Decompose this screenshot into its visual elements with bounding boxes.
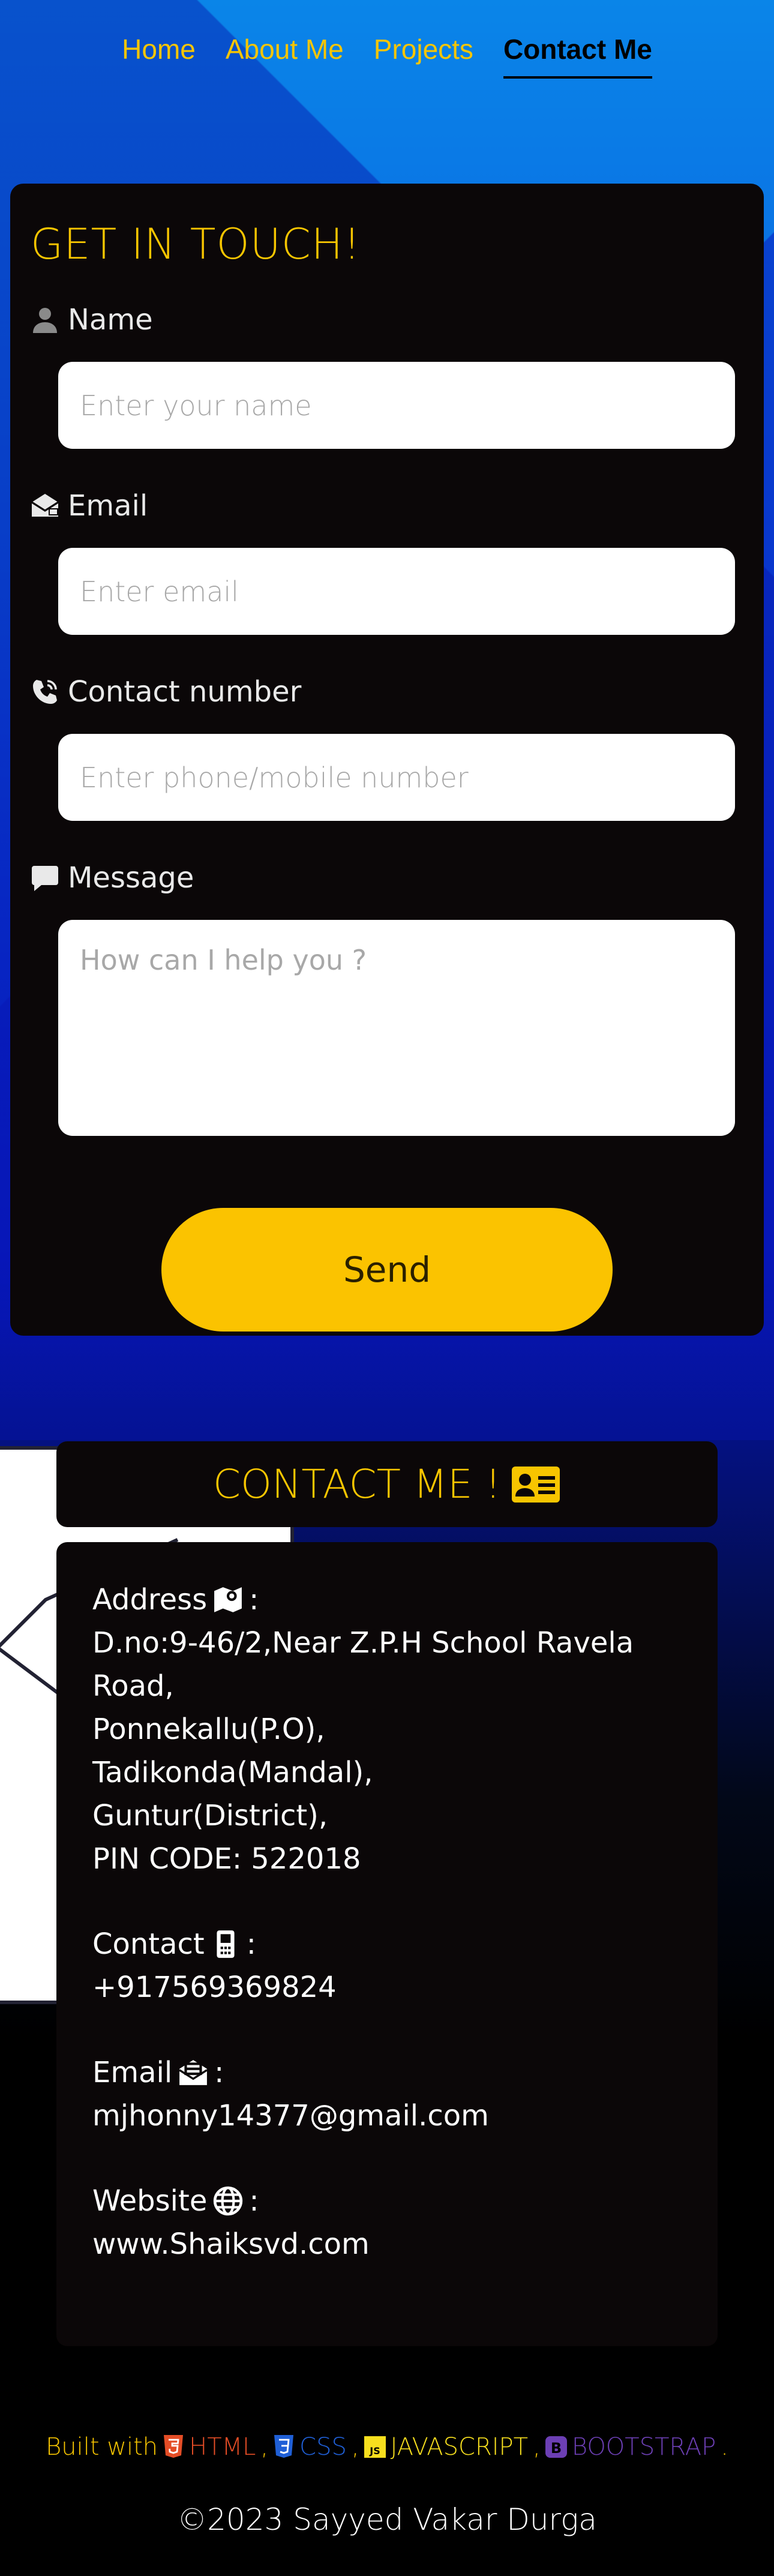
message-label-row: Message xyxy=(31,860,743,896)
nav-home[interactable]: Home xyxy=(122,33,196,79)
separator-3: , xyxy=(533,2433,541,2461)
contact-value: +917569369824 xyxy=(92,1971,337,2004)
message-textarea[interactable] xyxy=(58,920,735,1136)
email-input[interactable] xyxy=(58,548,735,635)
email-title: Email xyxy=(92,2056,173,2089)
phone-label: Contact number xyxy=(68,675,302,709)
envelope-open-text-icon xyxy=(179,2060,208,2085)
built-with-text: Built with xyxy=(46,2433,158,2461)
send-button[interactable]: Send xyxy=(161,1208,613,1332)
website-title: Website xyxy=(92,2184,208,2218)
email-block: Email : mjhonny14377@gmail.com xyxy=(92,2051,682,2137)
envelope-open-icon xyxy=(31,494,59,517)
address-title-row: Address : xyxy=(92,1578,682,1621)
html-label: HTML xyxy=(189,2433,256,2461)
nav-contact-me[interactable]: Contact Me xyxy=(503,33,652,79)
mobile-phone-icon xyxy=(217,1930,235,1958)
bootstrap-icon: B xyxy=(545,2436,567,2458)
copyright-text: 2023 Sayyed Vakar Durga xyxy=(207,2502,597,2537)
svg-text:JS: JS xyxy=(369,2445,380,2457)
website-value[interactable]: www.Shaiksvd.com xyxy=(92,2223,682,2266)
contact-me-header: CONTACT ME ! xyxy=(56,1441,718,1527)
name-input[interactable] xyxy=(58,362,735,449)
message-label: Message xyxy=(68,861,194,895)
map-location-icon xyxy=(214,1587,242,1612)
name-label: Name xyxy=(68,303,153,337)
phone-input[interactable] xyxy=(58,734,735,821)
contact-block: Contact : +917569369824 xyxy=(92,1923,682,2009)
website-block: Website : www.Shaiksvd.com xyxy=(92,2179,682,2266)
contact-title: Contact xyxy=(92,1927,205,1961)
name-label-row: Name xyxy=(31,302,743,338)
address-card-icon xyxy=(512,1466,560,1503)
copyright-icon: © xyxy=(177,2502,208,2537)
address-colon: : xyxy=(249,1583,259,1617)
email-label-row: Email xyxy=(31,488,743,524)
nav-projects[interactable]: Projects xyxy=(374,33,473,79)
website-colon: : xyxy=(249,2184,259,2218)
contact-me-title: CONTACT ME ! xyxy=(212,1461,502,1507)
footer-period: . xyxy=(721,2433,728,2461)
separator-1: , xyxy=(260,2433,269,2461)
email-label: Email xyxy=(68,489,148,523)
user-icon xyxy=(33,308,57,333)
comment-icon xyxy=(32,866,58,891)
top-nav: Home About Me Projects Contact Me xyxy=(0,33,774,79)
copyright-line: ©2023 Sayyed Vakar Durga xyxy=(0,2502,774,2537)
javascript-icon: JS xyxy=(364,2436,386,2458)
phone-volume-icon xyxy=(33,680,57,704)
javascript-label: JAVASCRIPT xyxy=(390,2433,529,2461)
nav-about-me[interactable]: About Me xyxy=(226,33,344,79)
email-colon: : xyxy=(214,2056,224,2089)
css-label: CSS xyxy=(299,2433,347,2461)
separator-2: , xyxy=(351,2433,359,2461)
contact-details-card: Address : D.no:9-46/2,Near Z.P.H School … xyxy=(56,1542,718,2346)
address-value: D.no:9-46/2,Near Z.P.H School Ravela Roa… xyxy=(92,1626,634,1876)
contact-title-row: Contact : xyxy=(92,1923,682,1966)
svg-text:B: B xyxy=(551,2440,562,2457)
globe-icon xyxy=(214,2186,243,2216)
phone-label-row: Contact number xyxy=(31,674,743,710)
website-title-row: Website : xyxy=(92,2179,682,2223)
address-title: Address xyxy=(92,1583,208,1617)
css3-icon xyxy=(274,2435,294,2458)
email-value[interactable]: mjhonny14377@gmail.com xyxy=(92,2094,682,2137)
contact-form-card: GET IN TOUCH! Name Email Contact number … xyxy=(10,184,764,1336)
address-block: Address : D.no:9-46/2,Near Z.P.H School … xyxy=(92,1578,682,1881)
form-title: GET IN TOUCH! xyxy=(31,220,361,269)
email-title-row: Email : xyxy=(92,2051,682,2094)
built-with-line: Built with HTML , CSS , JS JAVASCRIPT , … xyxy=(0,2433,774,2461)
html5-icon xyxy=(164,2435,184,2458)
bootstrap-label: BOOTSTRAP xyxy=(571,2433,716,2461)
contact-colon: : xyxy=(246,1927,256,1961)
